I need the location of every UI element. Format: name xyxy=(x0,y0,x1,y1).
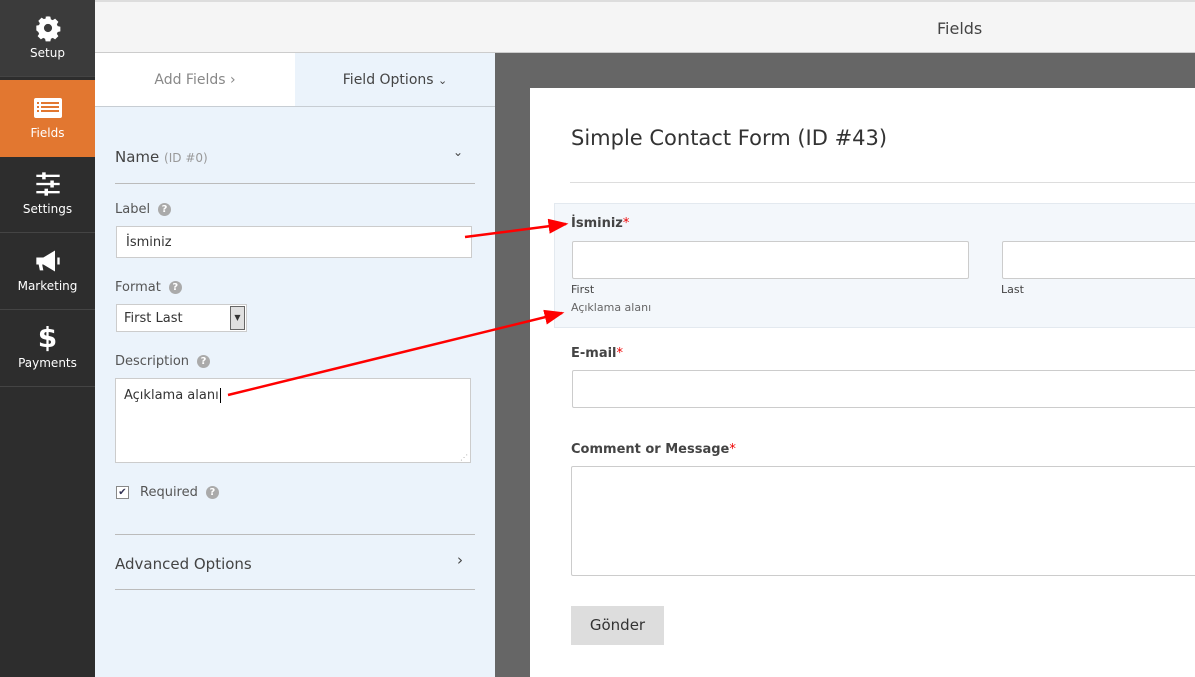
required-label: Required? xyxy=(140,485,219,500)
list-icon xyxy=(33,98,62,118)
name-description: Açıklama alanı xyxy=(571,301,652,314)
help-icon[interactable]: ? xyxy=(197,355,211,368)
field-id: (ID #0) xyxy=(164,151,208,165)
resize-handle[interactable]: ⋰ xyxy=(460,453,468,462)
dollar-icon: $ xyxy=(37,321,58,354)
label-label: Label? xyxy=(115,202,172,217)
tab-field-options[interactable]: Field Options ⌄ xyxy=(295,53,495,107)
message-textarea[interactable] xyxy=(571,466,1195,576)
email-label: E-mail* xyxy=(571,346,624,361)
first-sublabel: First xyxy=(571,283,595,296)
tab-label: Add Fields xyxy=(154,72,226,88)
sidebar-item-label: Setup xyxy=(30,46,65,60)
format-label: Format? xyxy=(115,280,182,295)
first-name-input[interactable] xyxy=(572,241,969,279)
sidebar: Setup Fields Settings Marketing $ Paymen… xyxy=(0,0,95,677)
message-label: Comment or Message* xyxy=(571,442,736,457)
last-sublabel: Last xyxy=(1001,283,1024,296)
divider xyxy=(115,534,475,535)
dropdown-arrow-icon[interactable]: ▼ xyxy=(230,306,245,330)
sidebar-item-label: Marketing xyxy=(17,279,78,293)
tab-label: Field Options xyxy=(342,72,434,88)
chevron-right-icon: › xyxy=(230,72,236,88)
help-icon[interactable]: ? xyxy=(168,281,182,294)
field-options-panel: Add Fields › Field Options ⌄ Name (ID #0… xyxy=(95,53,495,677)
sidebar-item-payments[interactable]: $ Payments xyxy=(0,310,95,387)
name-field-label: İsminiz* xyxy=(571,216,630,231)
sidebar-item-settings[interactable]: Settings xyxy=(0,156,95,233)
form-preview: Simple Contact Form (ID #43) İsminiz* Fi… xyxy=(530,88,1195,677)
section-name-toggle[interactable]: Name (ID #0) xyxy=(115,148,208,166)
text-cursor xyxy=(219,388,221,403)
help-icon[interactable]: ? xyxy=(158,203,172,216)
divider xyxy=(115,183,475,184)
page-title: Fields xyxy=(937,19,983,38)
sidebar-item-label: Settings xyxy=(22,202,73,216)
description-textarea[interactable]: Açıklama alanı ⋰ xyxy=(115,378,471,463)
submit-button[interactable]: Gönder xyxy=(571,606,664,645)
format-selected: First Last xyxy=(124,311,183,326)
format-select[interactable]: First Last ▼ xyxy=(116,304,247,332)
chevron-down-icon: ⌄ xyxy=(438,74,448,87)
label-input[interactable]: İsminiz xyxy=(116,226,472,258)
megaphone-icon xyxy=(35,250,60,272)
sidebar-item-label: Fields xyxy=(30,126,65,140)
chevron-down-icon[interactable]: ⌄ xyxy=(453,145,463,159)
sliders-icon xyxy=(35,172,60,196)
sidebar-item-label: Payments xyxy=(18,356,77,370)
description-label: Description? xyxy=(115,354,211,369)
chevron-right-icon[interactable]: › xyxy=(457,551,463,569)
last-name-input[interactable] xyxy=(1002,241,1195,279)
divider xyxy=(570,182,1195,183)
divider xyxy=(115,589,475,590)
section-title: Name xyxy=(115,148,160,166)
sidebar-item-marketing[interactable]: Marketing xyxy=(0,233,95,310)
sidebar-item-setup[interactable]: Setup xyxy=(0,0,95,77)
tab-add-fields[interactable]: Add Fields › xyxy=(95,53,295,107)
email-input[interactable] xyxy=(572,370,1195,408)
sidebar-item-fields[interactable]: Fields xyxy=(0,80,95,157)
form-title: Simple Contact Form (ID #43) xyxy=(571,126,888,150)
header: Fields xyxy=(95,0,1195,53)
required-checkbox[interactable]: ✔ xyxy=(116,486,129,499)
gear-icon xyxy=(35,16,60,42)
help-icon[interactable]: ? xyxy=(205,486,219,499)
description-text: Açıklama alanı xyxy=(124,388,219,403)
advanced-options-toggle[interactable]: Advanced Options xyxy=(115,555,252,573)
